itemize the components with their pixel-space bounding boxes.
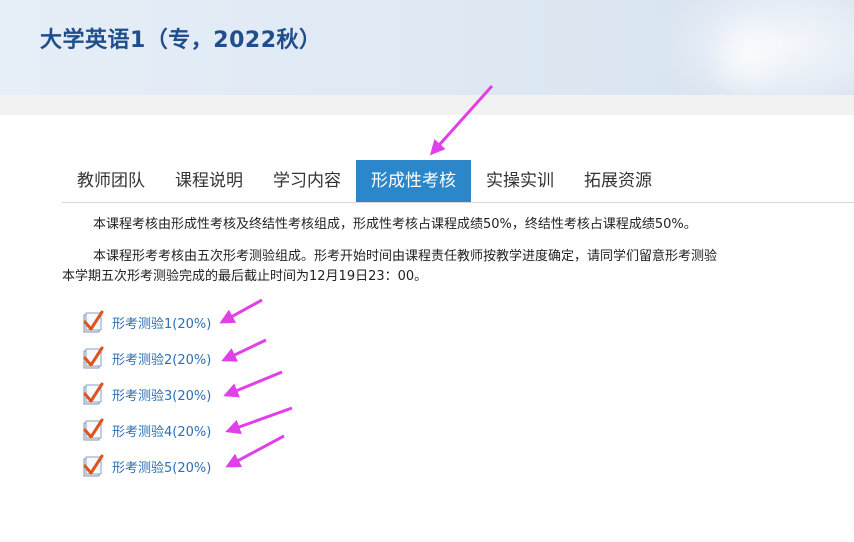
quiz-checkbox-icon: [83, 310, 104, 333]
quiz-item[interactable]: 形考测验1(20%): [82, 304, 211, 340]
quiz-list: 形考测验1(20%) 形考测验2(20%) 形考测验3(20%) 形考测验4(2…: [82, 304, 211, 484]
quiz-item[interactable]: 形考测验3(20%): [82, 376, 211, 412]
tab-bar: 教师团队 课程说明 学习内容 形成性考核 实操实训 拓展资源: [62, 160, 854, 203]
arrow-annotation-icon: [225, 406, 293, 434]
quiz-item[interactable]: 形考测验5(20%): [82, 448, 211, 484]
header-flower-decoration: [704, 10, 794, 95]
assessment-description: 本课程考核由形成性考核及终结性考核组成，形成性考核占课程成绩50%，终结性考核占…: [62, 215, 854, 287]
arrow-annotation-icon: [219, 298, 263, 324]
tab-practical-training[interactable]: 实操实训: [471, 160, 569, 202]
tab-formative-assessment[interactable]: 形成性考核: [356, 160, 471, 202]
assessment-paragraph-1: 本课程考核由形成性考核及终结性考核组成，形成性考核占课程成绩50%，终结性考核占…: [93, 217, 697, 232]
quiz-item[interactable]: 形考测验4(20%): [82, 412, 211, 448]
quiz-link-4[interactable]: 形考测验4(20%): [112, 421, 211, 440]
arrow-annotation-icon: [221, 338, 267, 362]
tab-course-description[interactable]: 课程说明: [160, 160, 258, 202]
header-divider: [0, 95, 854, 115]
tab-learning-content[interactable]: 学习内容: [258, 160, 356, 202]
page-header: 大学英语1（专，2022秋）: [0, 0, 854, 95]
tab-extended-resources[interactable]: 拓展资源: [569, 160, 667, 202]
assessment-paragraph-2-line-2: 本学期五次形考测验完成的最后截止时间为12月19日23：00。: [62, 269, 428, 284]
quiz-link-3[interactable]: 形考测验3(20%): [112, 385, 211, 404]
tab-teacher-team[interactable]: 教师团队: [62, 160, 160, 202]
arrow-annotation-icon: [225, 434, 285, 468]
quiz-item[interactable]: 形考测验2(20%): [82, 340, 211, 376]
quiz-checkbox-icon: [83, 382, 104, 405]
quiz-link-1[interactable]: 形考测验1(20%): [112, 313, 211, 332]
quiz-checkbox-icon: [83, 346, 104, 369]
assessment-paragraph-2-line-1: 本课程形考考核由五次形考测验组成。形考开始时间由课程责任教师按教学进度确定，请同…: [93, 249, 718, 264]
quiz-checkbox-icon: [83, 418, 104, 441]
quiz-link-2[interactable]: 形考测验2(20%): [112, 349, 211, 368]
quiz-checkbox-icon: [83, 454, 104, 477]
course-title: 大学英语1（专，2022秋）: [40, 28, 322, 53]
arrow-annotation-icon: [223, 370, 283, 398]
assessment-paragraph-2: 本课程形考考核由五次形考测验组成。形考开始时间由课程责任教师按教学进度确定，请同…: [62, 247, 854, 267]
quiz-link-5[interactable]: 形考测验5(20%): [112, 457, 211, 476]
